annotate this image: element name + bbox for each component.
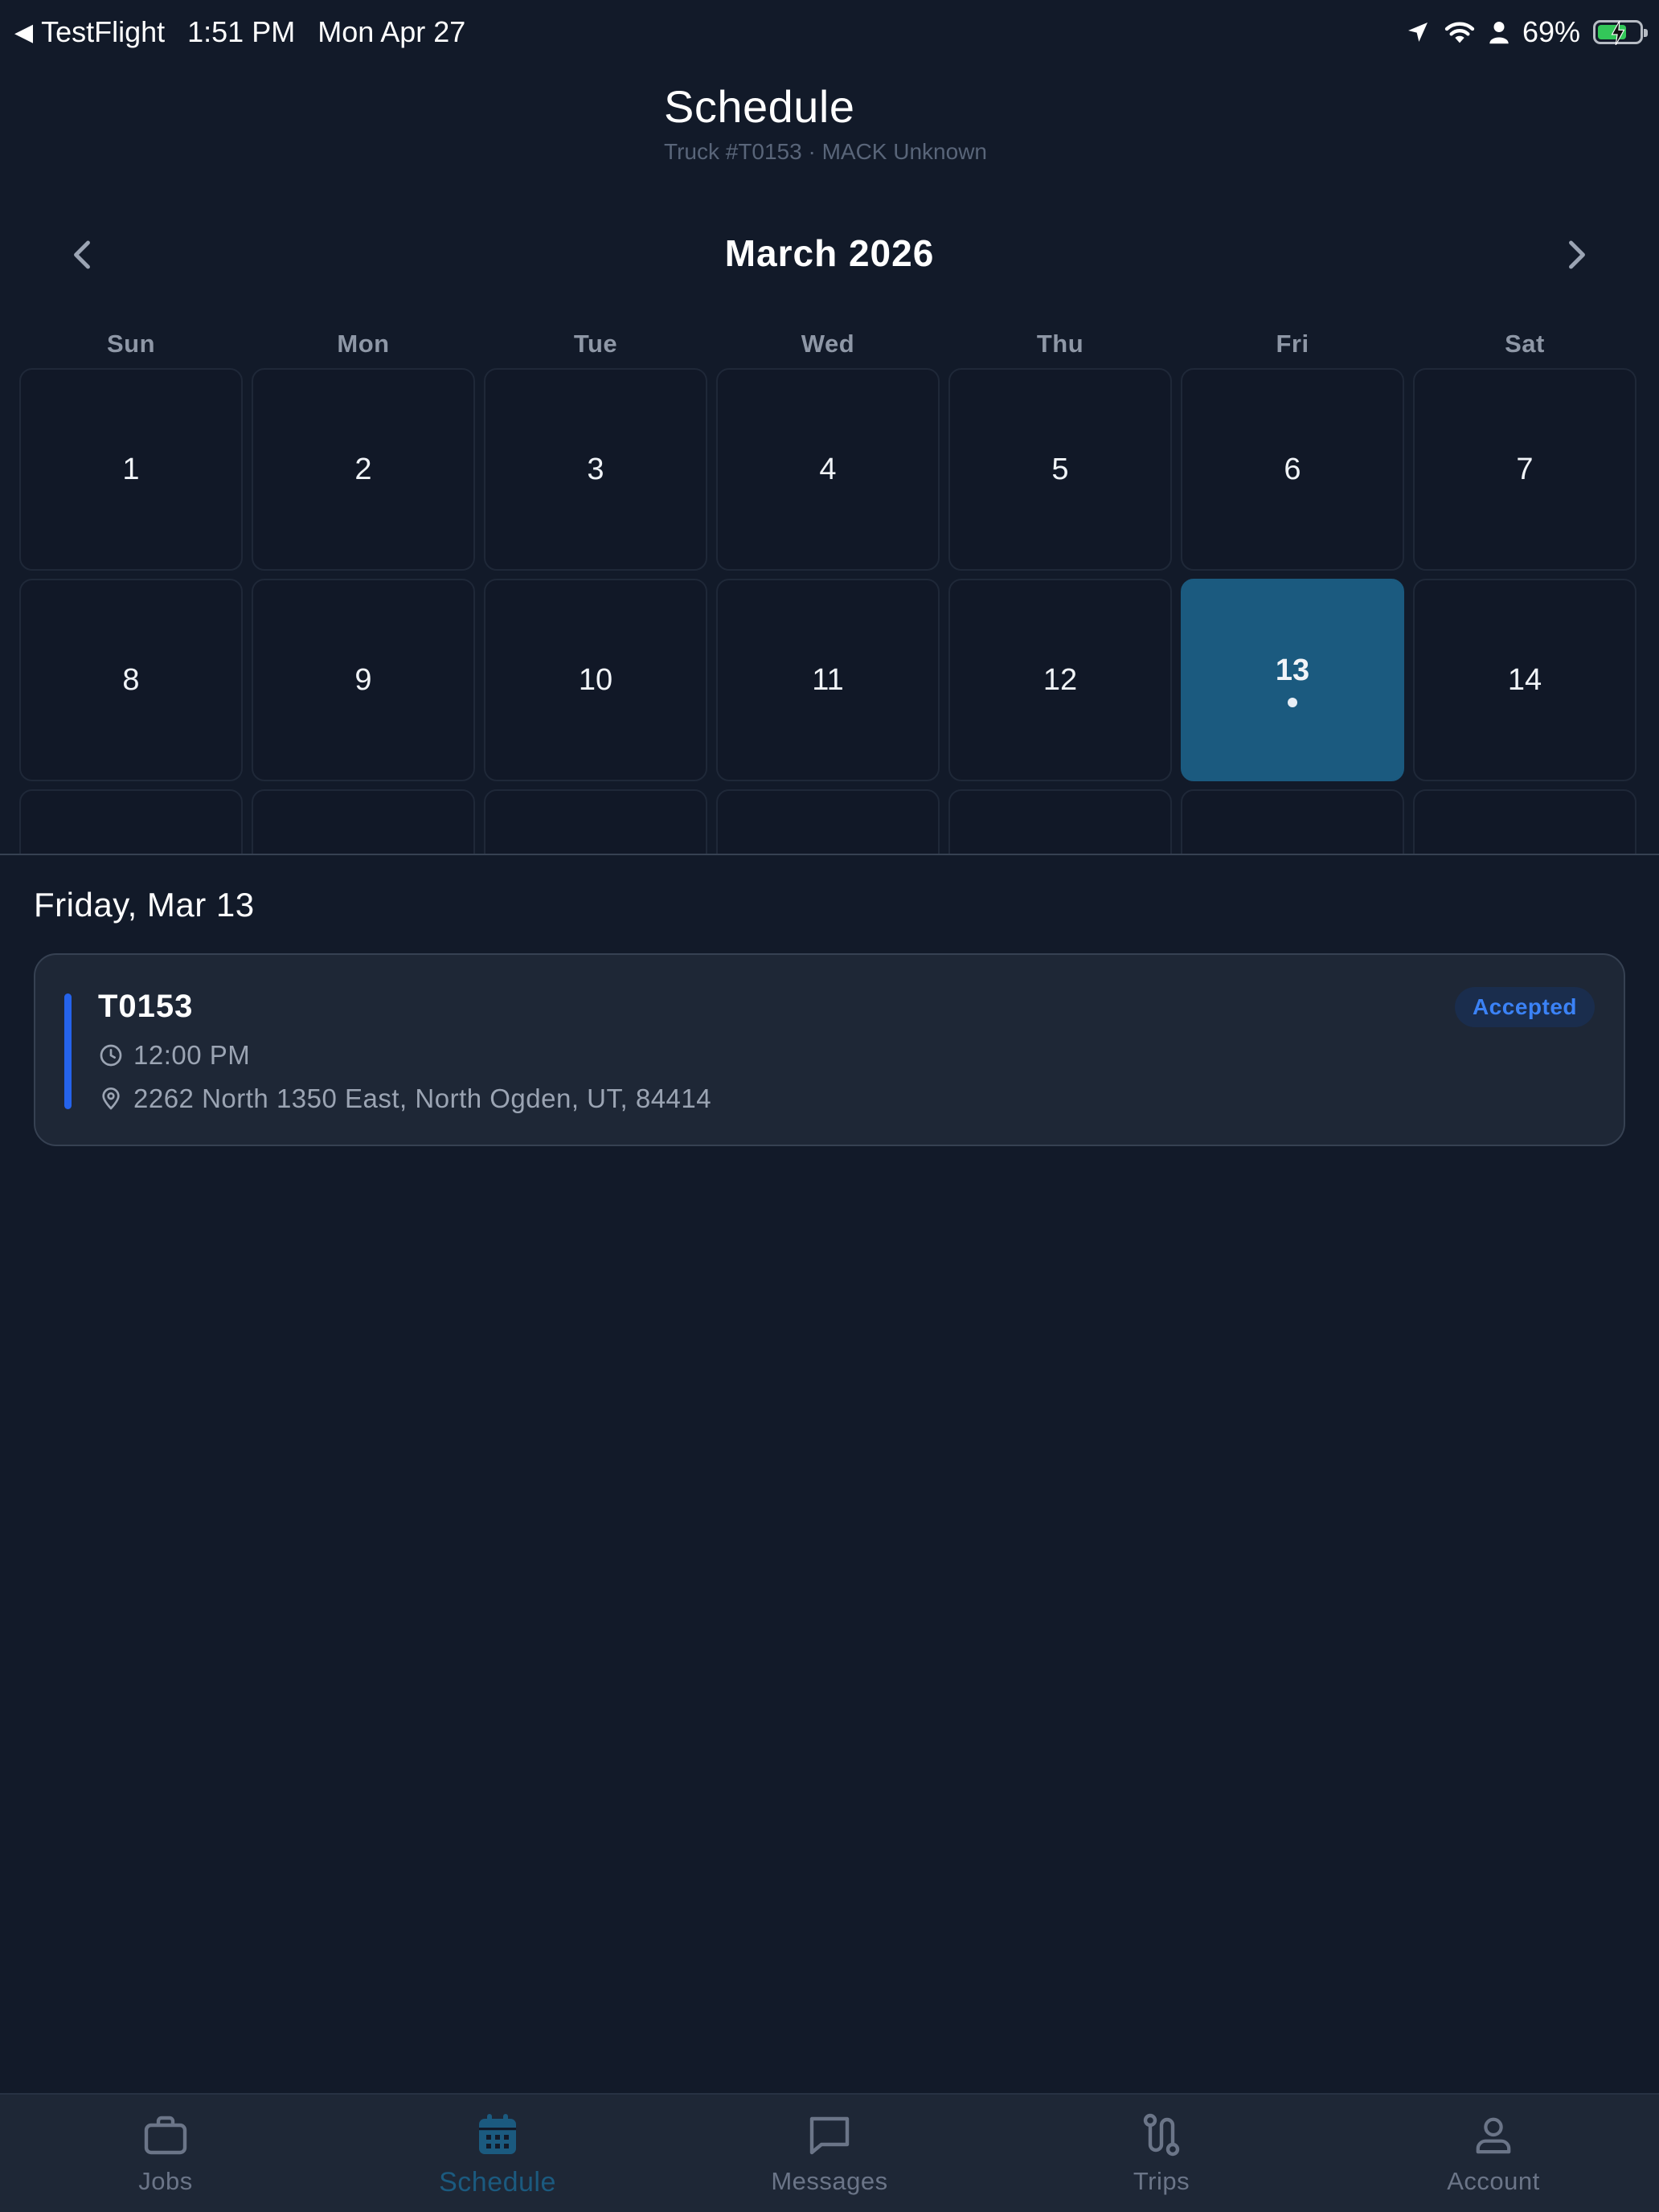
calendar-day[interactable]: 14: [1413, 579, 1636, 781]
tab-bar: Jobs Schedule Messages Trips Account: [0, 2093, 1659, 2212]
calendar-day-number: 2: [354, 452, 372, 486]
tab-messages[interactable]: Messages: [664, 2095, 995, 2212]
calendar-day[interactable]: [1413, 789, 1636, 854]
tab-schedule[interactable]: Schedule: [332, 2095, 663, 2212]
status-left: ◀ TestFlight 1:51 PM Mon Apr 27: [14, 15, 465, 49]
person-icon: [1489, 22, 1509, 44]
back-caret-icon[interactable]: ◀: [14, 18, 33, 47]
tab-jobs[interactable]: Jobs: [0, 2095, 331, 2212]
calendar-day[interactable]: 6: [1181, 368, 1404, 571]
chevron-right-icon: [1569, 240, 1585, 269]
calendar-day[interactable]: 4: [716, 368, 940, 571]
calendar-day[interactable]: 8: [19, 579, 243, 781]
tab-jobs-label: Jobs: [138, 2167, 193, 2195]
calendar-day-number: 14: [1507, 662, 1542, 697]
calendar-day-number: 12: [1043, 662, 1078, 697]
calendar-day-number: 8: [122, 662, 140, 697]
calendar-day-number: 5: [1051, 452, 1069, 486]
calendar-day-number: 9: [354, 662, 372, 697]
page-title: Schedule: [664, 81, 855, 132]
job-card[interactable]: T0153 12:00 PM 2262 North 1350 East, Nor…: [34, 953, 1625, 1146]
calendar-day[interactable]: 13: [1181, 579, 1404, 781]
selected-date-heading: Friday, Mar 13: [34, 886, 255, 924]
calendar-day-number: 13: [1275, 653, 1310, 687]
job-time-row: 12:00 PM: [98, 1040, 250, 1071]
calendar-day[interactable]: [716, 789, 940, 854]
weekday-label: Sun: [106, 330, 156, 358]
calendar-day[interactable]: [1181, 789, 1404, 854]
calendar-day[interactable]: 1: [19, 368, 243, 571]
event-indicator-dot: [1288, 697, 1297, 707]
calendar-day-number: 4: [819, 452, 837, 486]
weekday-label: Wed: [801, 330, 855, 358]
user-icon: [1476, 2117, 1511, 2154]
map-pin-icon: [102, 1088, 120, 1110]
tab-account-label: Account: [1447, 2167, 1540, 2195]
location-arrow-icon: [1407, 23, 1428, 42]
calendar-day-number: 1: [122, 452, 140, 486]
weekday-label: Tue: [573, 330, 618, 358]
calendar-day[interactable]: 3: [484, 368, 707, 571]
calendar-day-number: 10: [578, 662, 613, 697]
job-address: 2262 North 1350 East, North Ogden, UT, 8…: [133, 1083, 712, 1113]
page-header: Schedule Truck #T0153 · MACK Unknown: [664, 80, 987, 165]
calendar-day[interactable]: [19, 789, 243, 854]
route-icon: [1143, 2113, 1180, 2157]
weekday-label: Fri: [1276, 330, 1309, 358]
battery-percent: 69%: [1522, 15, 1580, 48]
back-app-label[interactable]: TestFlight: [41, 15, 165, 49]
tab-schedule-label: Schedule: [439, 2167, 556, 2198]
job-accent-bar: [64, 993, 72, 1109]
job-title: T0153: [98, 989, 194, 1024]
weekday-label: Mon: [337, 330, 390, 358]
job-time: 12:00 PM: [133, 1040, 251, 1070]
tab-account[interactable]: Account: [1328, 2095, 1659, 2212]
calendar-day[interactable]: 2: [252, 368, 475, 571]
status-badge: Accepted: [1454, 987, 1595, 1027]
calendar-day[interactable]: 11: [716, 579, 940, 781]
status-time: 1:51 PM: [187, 15, 296, 48]
weekday-label: Sat: [1505, 330, 1545, 358]
battery-charging-icon: [1593, 20, 1648, 45]
tab-messages-label: Messages: [771, 2167, 888, 2195]
calendar-day[interactable]: 7: [1413, 368, 1636, 571]
weekday-header: Sun Mon Tue Wed Thu Fri Sat: [19, 330, 1640, 362]
calendar-day[interactable]: 5: [948, 368, 1172, 571]
calendar-day-number: 11: [812, 662, 844, 697]
calendar-day-number: 7: [1516, 452, 1534, 486]
status-date: Mon Apr 27: [317, 15, 466, 48]
page-subtitle: Truck #T0153 · MACK Unknown: [664, 139, 987, 164]
clock-icon: [100, 1044, 122, 1067]
calendar-grid: 1 2 3 4 5 6 7 8 9 10 11 12 13 14: [0, 362, 1659, 854]
month-navigation: March 2026: [0, 219, 1659, 291]
calendar-day-number: 6: [1284, 452, 1301, 486]
calendar-day[interactable]: [252, 789, 475, 854]
calendar-day[interactable]: 10: [484, 579, 707, 781]
job-address-row: 2262 North 1350 East, North Ogden, UT, 8…: [98, 1083, 711, 1114]
month-label: March 2026: [724, 232, 935, 274]
calendar-day[interactable]: 9: [252, 579, 475, 781]
calendar-day[interactable]: 12: [948, 579, 1172, 781]
calendar-divider: [0, 854, 1659, 855]
weekday-label: Thu: [1036, 330, 1084, 358]
charging-bolt-icon: [1611, 21, 1625, 45]
calendar-day[interactable]: [484, 789, 707, 854]
calendar-icon: [479, 2114, 516, 2154]
wifi-icon: [1444, 22, 1475, 43]
next-month-button[interactable]: [1553, 231, 1601, 279]
status-bar: ◀ TestFlight 1:51 PM Mon Apr 27 69%: [0, 0, 1659, 64]
briefcase-icon: [144, 2116, 187, 2155]
calendar-day-number: 3: [587, 452, 604, 486]
calendar-day[interactable]: [948, 789, 1172, 854]
chat-bubble-icon: [809, 2116, 850, 2155]
tab-trips-label: Trips: [1133, 2167, 1190, 2195]
tab-trips[interactable]: Trips: [996, 2095, 1327, 2212]
status-right: 69%: [1392, 15, 1648, 49]
